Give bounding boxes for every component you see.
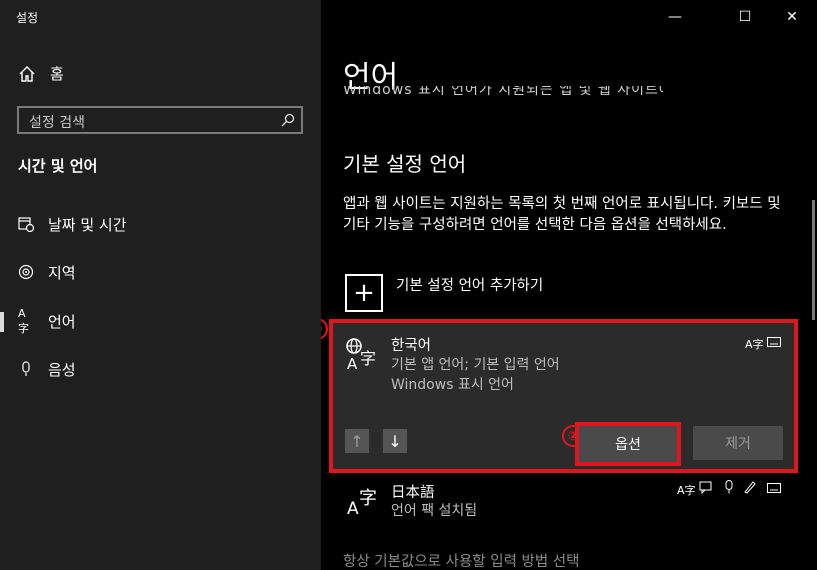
scrollbar[interactable] bbox=[812, 200, 815, 320]
svg-text:字: 字 bbox=[359, 488, 377, 509]
display-language-icon: A字 bbox=[677, 484, 696, 497]
plus-icon: + bbox=[353, 278, 375, 308]
home-icon bbox=[19, 65, 35, 82]
sidebar-item-date-time[interactable]: 날짜 및 시간 bbox=[18, 212, 127, 236]
clipped-text: Windows 표시 언어가 지원되는 앱 및 웹 사이트에서 표시됩니다. bbox=[343, 86, 663, 98]
search-box[interactable]: 설정 검색 bbox=[17, 106, 303, 134]
add-language-button[interactable]: + bbox=[345, 274, 383, 312]
text-to-speech-icon bbox=[699, 481, 712, 494]
sidebar-item-region[interactable]: 지역 bbox=[18, 260, 76, 284]
svg-text:A: A bbox=[347, 499, 359, 518]
search-placeholder: 설정 검색 bbox=[29, 115, 85, 131]
search-icon[interactable] bbox=[281, 113, 295, 127]
language-icon: A字 bbox=[18, 306, 29, 335]
section-header: 시간 및 언어 bbox=[18, 157, 98, 175]
sidebar-item-label: 날짜 및 시간 bbox=[48, 215, 127, 234]
sidebar-item-speech[interactable]: 음성 bbox=[18, 357, 76, 381]
sidebar-item-label: 지역 bbox=[48, 263, 76, 282]
language-status-line2: Windows 표시 언어 bbox=[391, 377, 514, 393]
app-title: 설정 bbox=[16, 11, 39, 25]
calendar-clock-icon bbox=[18, 217, 34, 232]
minimize-button[interactable]: — bbox=[652, 0, 698, 34]
home-nav-item[interactable]: 홈 bbox=[18, 63, 64, 84]
move-up-button[interactable]: ↑ bbox=[345, 429, 369, 453]
language-name: 日本語 bbox=[391, 485, 435, 501]
clipped-description: Windows 표시 언어가 지원되는 앱 및 웹 사이트에서 표시됩니다. bbox=[343, 86, 663, 100]
close-button[interactable]: ✕ bbox=[769, 0, 815, 34]
preferred-languages-description: 앱과 웹 사이트는 지원하는 목록의 첫 번째 언어로 표시됩니다. 키보드 및… bbox=[343, 196, 781, 233]
add-language-label[interactable]: 기본 설정 언어 추가하기 bbox=[396, 274, 543, 295]
annotation-marker-1: ① bbox=[321, 318, 328, 340]
microphone-icon bbox=[22, 361, 30, 376]
keyboard-icon bbox=[767, 337, 781, 347]
input-method-link[interactable]: 항상 기본값으로 사용할 입력 방법 선택 bbox=[343, 550, 579, 570]
sidebar: 설정 홈 설정 검색 시간 및 언어 날짜 및 시간 지역 A字 언어 음성 bbox=[0, 0, 321, 570]
svg-text:字: 字 bbox=[360, 349, 376, 368]
home-label: 홈 bbox=[50, 65, 64, 83]
maximize-button[interactable]: ☐ bbox=[722, 0, 768, 34]
main-pane: — ☐ ✕ 언어 Windows 표시 언어가 지원되는 앱 및 웹 사이트에서… bbox=[321, 0, 817, 570]
language-status-line1: 기본 앱 언어; 기본 입력 언어 bbox=[391, 357, 560, 373]
keyboard-icon bbox=[767, 483, 781, 493]
language-status-line1: 언어 팩 설치됨 bbox=[391, 503, 478, 519]
svg-text:A: A bbox=[347, 355, 358, 371]
remove-button[interactable]: 제거 bbox=[693, 426, 783, 460]
language-name: 한국어 bbox=[391, 338, 432, 354]
microphone-icon bbox=[725, 480, 733, 494]
active-indicator bbox=[0, 312, 4, 332]
sidebar-item-label: 음성 bbox=[48, 360, 76, 379]
options-button[interactable]: 옵션 bbox=[575, 422, 681, 466]
move-down-button[interactable]: ↓ bbox=[383, 429, 407, 453]
language-icon: A 字 bbox=[347, 488, 377, 518]
language-globe-icon: A 字 bbox=[346, 338, 376, 371]
sidebar-item-label: 언어 bbox=[48, 312, 76, 331]
handwriting-icon bbox=[744, 481, 756, 494]
sidebar-item-language[interactable]: A字 언어 bbox=[18, 306, 76, 335]
preferred-languages-heading: 기본 설정 언어 bbox=[343, 152, 467, 176]
region-globe-icon bbox=[18, 264, 34, 280]
display-language-icon: A字 bbox=[745, 338, 764, 351]
